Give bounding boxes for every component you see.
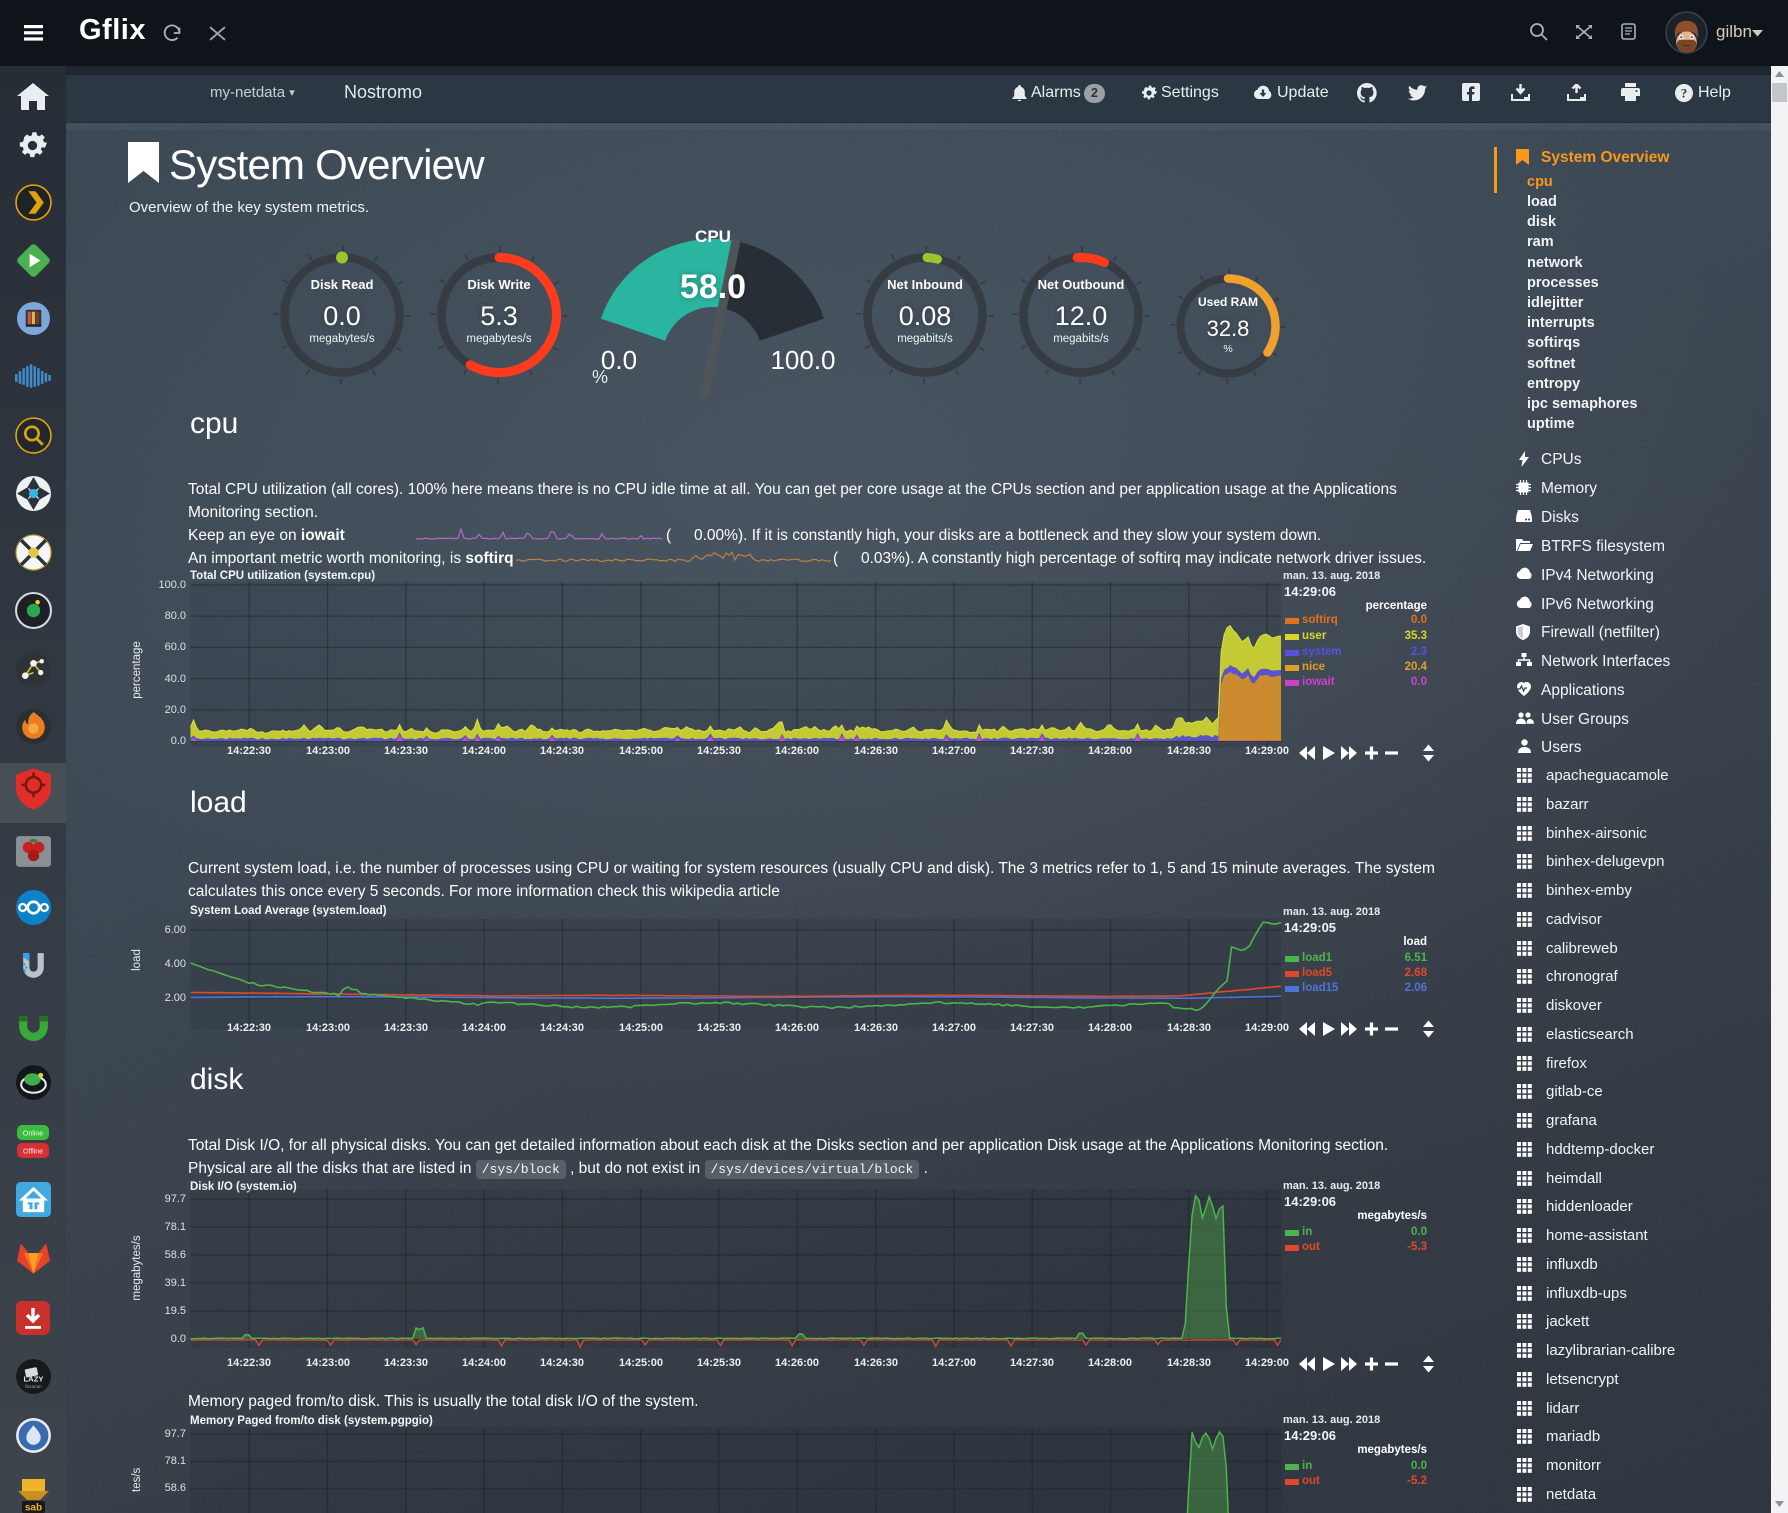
- svg-text:?: ?: [1681, 86, 1688, 101]
- svg-text:librarian: librarian: [25, 1384, 42, 1389]
- svg-text:sab: sab: [25, 1503, 42, 1513]
- svg-text:Offline: Offline: [23, 1149, 43, 1156]
- svg-text:Online: Online: [23, 1131, 43, 1138]
- svg-text:LAZY: LAZY: [23, 1375, 43, 1384]
